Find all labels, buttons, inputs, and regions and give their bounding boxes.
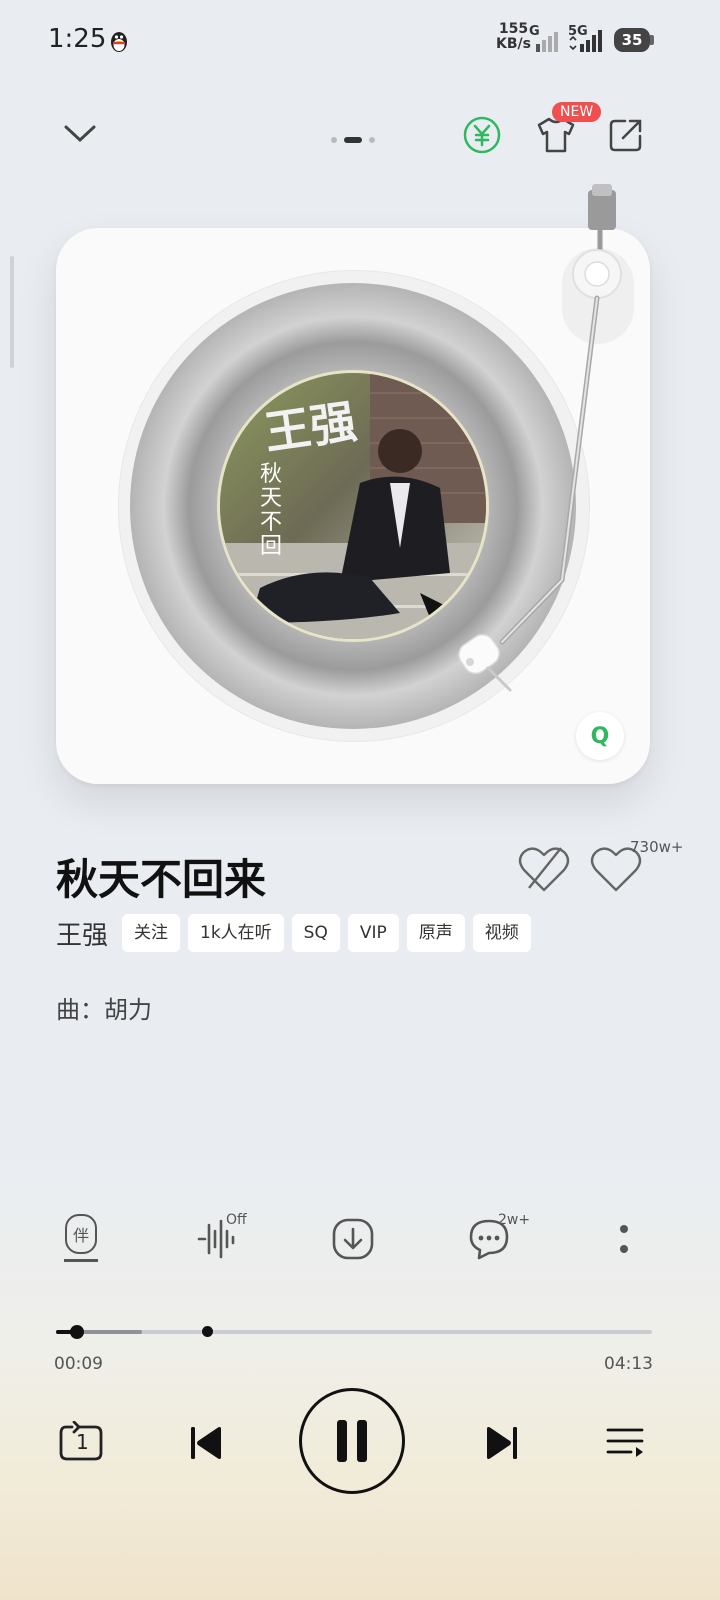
broken-heart-icon bbox=[518, 847, 570, 892]
comment-count: 2w+ bbox=[498, 1212, 531, 1228]
tonearm[interactable] bbox=[440, 180, 650, 710]
chevron-down-icon bbox=[64, 125, 96, 143]
pause-icon bbox=[337, 1420, 367, 1462]
previous-button[interactable] bbox=[180, 1418, 230, 1468]
accompaniment-label: 伴 bbox=[65, 1214, 97, 1255]
share-icon bbox=[609, 119, 642, 152]
repeat-mode-label: 1 bbox=[76, 1430, 89, 1454]
album-art-title: 王强 bbox=[261, 393, 360, 461]
more-vertical-icon bbox=[620, 1225, 628, 1253]
current-time: 00:09 bbox=[54, 1354, 103, 1374]
vip-coin-button[interactable] bbox=[460, 113, 504, 157]
listeners-tag[interactable]: 1k人在听 bbox=[188, 914, 284, 952]
album-art-subtitle: 秋天不回 bbox=[260, 462, 283, 559]
quality-sq-tag[interactable]: SQ bbox=[291, 914, 340, 952]
download-button[interactable] bbox=[330, 1216, 376, 1262]
qq-music-logo-icon: Q bbox=[576, 712, 624, 760]
playlist-button[interactable] bbox=[600, 1418, 650, 1468]
song-title: 秋天不回来 bbox=[56, 855, 267, 904]
net-speed-unit: KB/s bbox=[496, 36, 531, 52]
next-button[interactable] bbox=[478, 1418, 528, 1468]
play-pause-button[interactable] bbox=[299, 1388, 405, 1494]
like-count: 730w+ bbox=[630, 838, 684, 856]
underline-bar bbox=[64, 1259, 98, 1262]
progress-thumb[interactable] bbox=[70, 1325, 85, 1339]
skip-previous-icon bbox=[191, 1427, 221, 1459]
video-tag[interactable]: 视频 bbox=[472, 914, 531, 952]
playlist-icon bbox=[606, 1428, 644, 1457]
sound-effect-state: Off bbox=[226, 1212, 247, 1228]
song-tags: 关注 1k人在听 SQ VIP 原声 视频 bbox=[122, 914, 531, 952]
yuan-coin-icon bbox=[463, 116, 501, 154]
progress-marker[interactable] bbox=[202, 1326, 213, 1337]
download-icon bbox=[332, 1218, 374, 1260]
more-options-button[interactable] bbox=[604, 1216, 644, 1262]
composer-credit: 曲：胡力 bbox=[56, 996, 152, 1024]
original-tag[interactable]: 原声 bbox=[406, 914, 465, 952]
edge-scroll-indicator bbox=[10, 256, 14, 368]
new-badge: NEW bbox=[552, 102, 602, 122]
collapse-player-button[interactable] bbox=[58, 112, 102, 156]
signal-sim2-icon bbox=[569, 30, 602, 52]
page-indicator bbox=[329, 130, 379, 149]
artist-name[interactable]: 王强 bbox=[56, 915, 108, 952]
qq-penguin-icon bbox=[111, 32, 127, 52]
net-speed-value: 155 bbox=[498, 21, 529, 37]
status-time: 1:25 bbox=[48, 24, 107, 54]
accompaniment-button[interactable]: 伴 bbox=[58, 1212, 104, 1264]
follow-tag[interactable]: 关注 bbox=[122, 914, 180, 952]
vip-tag[interactable]: VIP bbox=[347, 914, 399, 952]
total-time: 04:13 bbox=[604, 1354, 653, 1374]
share-button[interactable] bbox=[604, 113, 648, 157]
progress-track[interactable] bbox=[56, 1330, 652, 1334]
skip-next-icon bbox=[487, 1427, 517, 1459]
signal-sim1-icon bbox=[536, 32, 558, 52]
battery-tip bbox=[650, 35, 654, 45]
battery-level: 35 bbox=[614, 28, 650, 52]
dislike-button[interactable] bbox=[516, 842, 572, 896]
network-speed: 155 KB/s bbox=[496, 22, 531, 52]
